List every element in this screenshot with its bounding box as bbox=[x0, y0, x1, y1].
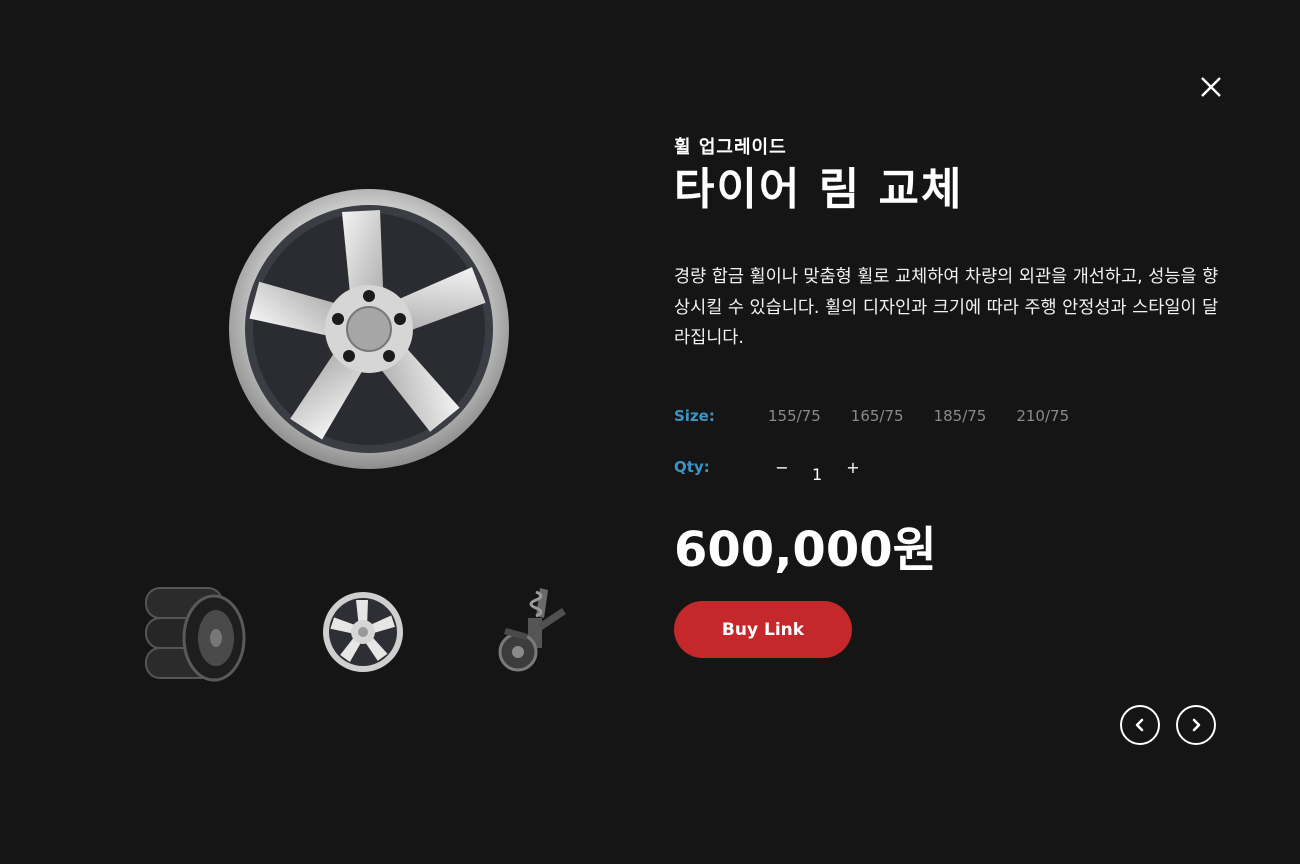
thumbnail-strip bbox=[0, 578, 640, 688]
thumbnail-alloy-wheel[interactable] bbox=[308, 582, 418, 686]
qty-decrement-button[interactable]: − bbox=[774, 458, 790, 477]
chevron-left-icon bbox=[1135, 718, 1144, 732]
product-category: 휠 업그레이드 bbox=[674, 137, 787, 158]
qty-increment-button[interactable]: + bbox=[845, 458, 861, 477]
size-option-210-75[interactable]: 210/75 bbox=[1016, 407, 1069, 425]
buy-link-button[interactable]: Buy Link bbox=[674, 601, 852, 658]
qty-label: Qty: bbox=[674, 458, 710, 476]
next-button[interactable] bbox=[1176, 705, 1216, 745]
product-description: 경량 합금 휠이나 맞춤형 휠로 교체하여 차량의 외관을 개선하고, 성능을 … bbox=[674, 267, 1219, 348]
size-option-185-75[interactable]: 185/75 bbox=[934, 407, 987, 425]
product-title: 타이어 림 교체 bbox=[674, 164, 964, 215]
thumbnail-suspension-strut[interactable] bbox=[478, 578, 588, 682]
size-label: Size: bbox=[674, 407, 715, 425]
size-option-155-75[interactable]: 155/75 bbox=[768, 407, 821, 425]
thumbnail-tire-stack[interactable] bbox=[140, 582, 250, 686]
close-icon bbox=[1201, 77, 1221, 97]
size-options: 155/75 165/75 185/75 210/75 bbox=[768, 407, 1069, 425]
size-option-165-75[interactable]: 165/75 bbox=[851, 407, 904, 425]
product-main-image bbox=[224, 184, 514, 474]
product-price: 600,000원 bbox=[674, 522, 937, 578]
qty-value: 1 bbox=[812, 465, 823, 484]
product-info: 휠 업그레이드 타이어 림 교체 bbox=[674, 132, 1234, 216]
prev-button[interactable] bbox=[1120, 705, 1160, 745]
close-button[interactable] bbox=[1196, 72, 1226, 102]
chevron-right-icon bbox=[1192, 718, 1201, 732]
